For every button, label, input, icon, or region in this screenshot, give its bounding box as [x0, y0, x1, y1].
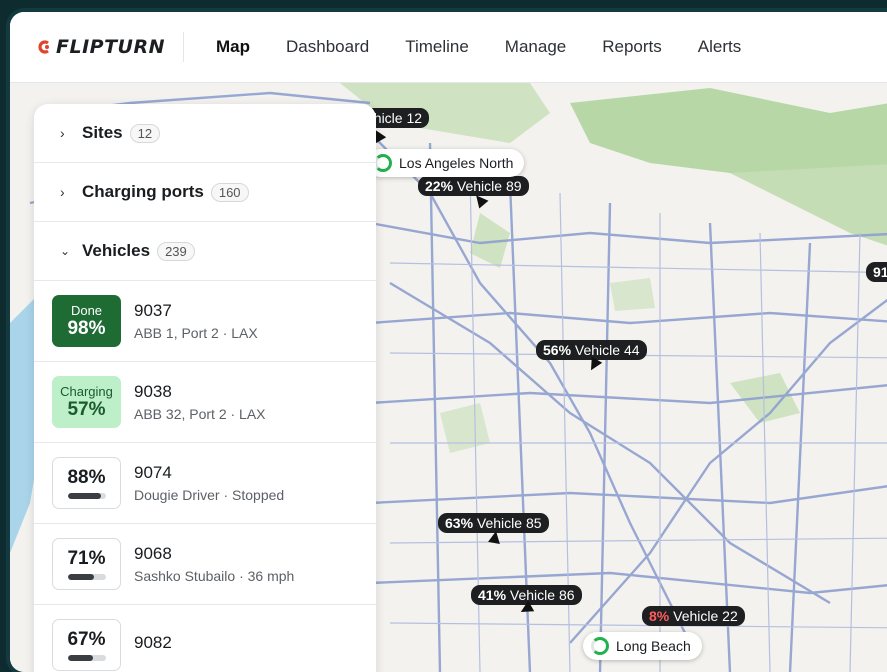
vehicle-row[interactable]: Charging 57% 9038 ABB 32, Port 2 · LAX: [34, 362, 376, 443]
count-badge: 160: [210, 182, 249, 202]
chevron-right-icon: ›: [60, 125, 65, 141]
site-marker[interactable]: Los Angeles North: [366, 149, 525, 177]
charge-ring-icon: [374, 154, 392, 172]
vehicle-arrow-icon: [488, 530, 502, 544]
app-window: FLIPTURN Map Dashboard Timeline Manage R…: [10, 12, 887, 672]
charge-ring-icon: [591, 637, 609, 655]
vehicle-subtitle: Dougie Driver · Stopped: [134, 487, 285, 503]
charge-status-badge: Done 98%: [52, 295, 121, 347]
vehicle-row[interactable]: Done 98% 9037 ABB 1, Port 2 · LAX: [34, 281, 376, 362]
chevron-right-icon: ›: [60, 184, 65, 200]
vehicle-id: 9082: [134, 633, 172, 652]
section-charging-ports[interactable]: › Charging ports 160: [34, 163, 376, 222]
side-panel: › Sites 12 › Charging ports 160 ⌄ Vehicl…: [34, 104, 376, 672]
battery-badge: 71%: [52, 538, 121, 590]
battery-level-bar: [67, 493, 106, 499]
vehicle-row[interactable]: 67% 9082: [34, 605, 376, 672]
vehicle-id: 9068: [134, 544, 172, 563]
section-vehicles[interactable]: ⌄ Vehicles 239: [34, 222, 376, 281]
vehicle-tag[interactable]: 8% Vehicle 22: [642, 606, 745, 626]
nav-alerts[interactable]: Alerts: [680, 37, 759, 57]
vehicle-id: 9038: [134, 382, 172, 401]
vehicle-tag[interactable]: 22% Vehicle 89: [418, 176, 529, 196]
vehicle-subtitle: ABB 1, Port 2 · LAX: [134, 325, 258, 341]
vehicle-subtitle: ABB 32, Port 2 · LAX: [134, 406, 266, 422]
battery-badge: 88%: [52, 457, 121, 509]
count-badge: 239: [157, 241, 195, 261]
vehicle-subtitle: Sashko Stubailo · 36 mph: [134, 568, 295, 584]
logo[interactable]: FLIPTURN: [36, 32, 185, 62]
count-badge: 12: [129, 123, 161, 143]
nav-reports[interactable]: Reports: [584, 37, 680, 57]
flipturn-logo-icon: [36, 40, 50, 54]
charge-status-badge: Charging 57%: [52, 376, 121, 428]
battery-badge: 67%: [52, 619, 121, 671]
vehicle-id: 9037: [134, 301, 172, 320]
vehicle-row[interactable]: 88% 9074 Dougie Driver · Stopped: [34, 443, 376, 524]
chevron-down-icon: ⌄: [60, 244, 71, 258]
nav-map[interactable]: Map: [198, 37, 268, 57]
vehicle-row[interactable]: 71% 9068 Sashko Stubailo · 36 mph: [34, 524, 376, 605]
top-bar: FLIPTURN Map Dashboard Timeline Manage R…: [10, 12, 887, 83]
nav-timeline[interactable]: Timeline: [387, 37, 487, 57]
vehicle-tag[interactable]: 91: [866, 262, 887, 282]
logo-text: FLIPTURN: [56, 36, 166, 58]
nav-manage[interactable]: Manage: [487, 37, 584, 57]
vehicle-id: 9074: [134, 463, 172, 482]
main-nav: Map Dashboard Timeline Manage Reports Al…: [198, 37, 759, 57]
site-marker[interactable]: Long Beach: [583, 632, 702, 660]
nav-dashboard[interactable]: Dashboard: [268, 37, 387, 57]
section-sites[interactable]: › Sites 12: [34, 104, 376, 163]
battery-level-bar: [67, 574, 106, 580]
battery-level-bar: [67, 655, 106, 661]
